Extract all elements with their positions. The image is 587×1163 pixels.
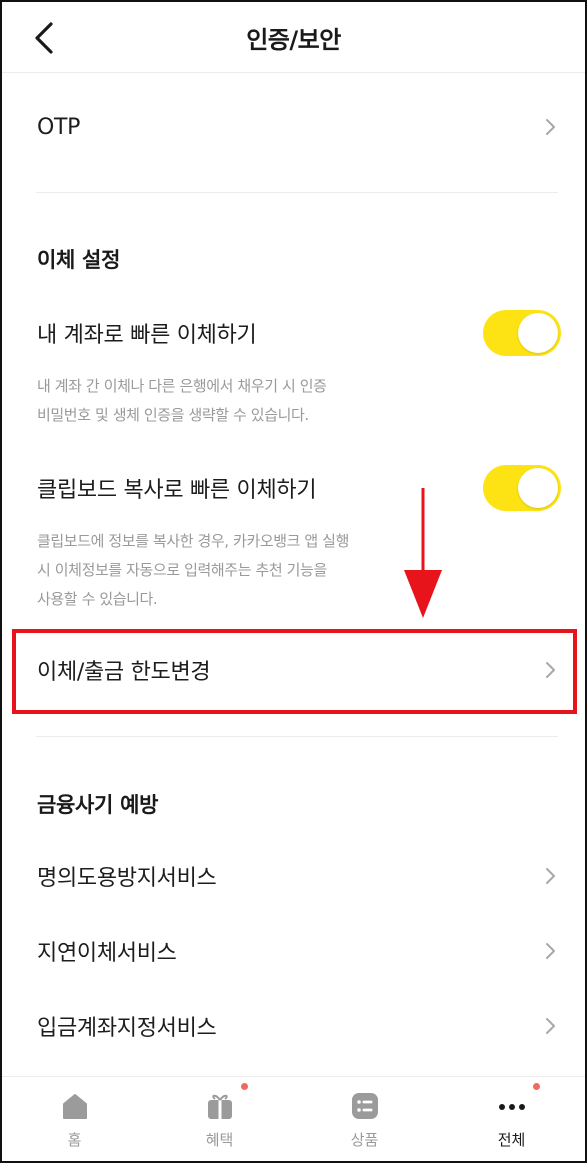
tab-label: 홈	[67, 1131, 82, 1149]
description-line: 시 이체정보를 자동으로 입력해주는 추천 기능을	[37, 561, 327, 579]
otp-label: OTP	[37, 114, 81, 140]
back-button[interactable]	[24, 16, 64, 60]
description-line: 비밀번호 및 생체 인증을 생략할 수 있습니다.	[37, 406, 309, 424]
designated-account-row[interactable]: 입금계좌지정서비스	[2, 1000, 585, 1052]
bottom-tab-bar: 홈 혜택 상품 전체	[2, 1076, 585, 1161]
tab-products[interactable]: 상품	[292, 1077, 437, 1161]
tab-label: 전체	[497, 1131, 526, 1149]
page-title: 인증/보안	[246, 25, 341, 54]
more-icon	[498, 1104, 525, 1110]
delayed-transfer-row[interactable]: 지연이체서비스	[2, 925, 585, 977]
tab-all[interactable]: 전체	[439, 1077, 584, 1161]
list-item-label: 명의도용방지서비스	[37, 866, 217, 891]
description-line: 클립보드에 정보를 복사한 경우, 카카오뱅크 앱 실행	[37, 532, 349, 550]
home-icon	[62, 1094, 87, 1119]
quick-own-account-label: 내 계좌로 빠른 이체하기	[37, 323, 257, 348]
divider	[36, 192, 558, 193]
quick-own-account-toggle[interactable]	[483, 310, 561, 356]
chevron-left-icon	[35, 22, 53, 54]
chevron-right-icon	[546, 943, 555, 959]
tab-label: 혜택	[205, 1131, 234, 1149]
section-title-fraud: 금융사기 예방	[37, 793, 159, 817]
notification-badge	[241, 1083, 248, 1090]
limit-change-label: 이체/출금 한도변경	[37, 659, 211, 685]
list-item-label: 지연이체서비스	[37, 941, 177, 966]
tab-benefits[interactable]: 혜택	[147, 1077, 292, 1161]
description-line: 사용할 수 있습니다.	[37, 590, 158, 608]
list-item-label: 입금계좌지정서비스	[37, 1016, 217, 1041]
clipboard-transfer-row: 클립보드 복사로 빠른 이체하기	[2, 463, 585, 513]
divider	[36, 736, 558, 737]
section-title-transfer: 이체 설정	[37, 248, 121, 272]
identity-theft-prevention-row[interactable]: 명의도용방지서비스	[2, 850, 585, 902]
toggle-knob	[518, 313, 558, 353]
quick-own-account-row: 내 계좌로 빠른 이체하기	[2, 308, 585, 358]
quick-own-account-description: 내 계좌 간 이체나 다른 은행에서 채우기 시 인증 비밀번호 및 생체 인증…	[37, 372, 417, 430]
chevron-right-icon	[546, 661, 555, 678]
tab-label: 상품	[350, 1131, 379, 1149]
tab-home[interactable]: 홈	[2, 1077, 147, 1161]
top-bar: 인증/보안	[2, 2, 585, 73]
chevron-right-icon	[546, 1018, 555, 1034]
notification-badge	[533, 1083, 540, 1090]
chevron-right-icon	[546, 868, 555, 884]
clipboard-transfer-label: 클립보드 복사로 빠른 이체하기	[37, 478, 317, 503]
description-line: 내 계좌 간 이체나 다른 은행에서 채우기 시 인증	[37, 377, 327, 395]
chevron-right-icon	[546, 119, 555, 135]
clipboard-transfer-description: 클립보드에 정보를 복사한 경우, 카카오뱅크 앱 실행 시 이체정보를 자동으…	[37, 527, 407, 614]
otp-row[interactable]: OTP	[2, 94, 585, 160]
list-icon	[351, 1093, 378, 1119]
gift-icon	[207, 1094, 232, 1119]
clipboard-transfer-toggle[interactable]	[483, 465, 561, 511]
toggle-knob	[518, 468, 558, 508]
limit-change-row[interactable]: 이체/출금 한도변경	[2, 633, 585, 706]
annotation-arrow	[404, 488, 442, 618]
